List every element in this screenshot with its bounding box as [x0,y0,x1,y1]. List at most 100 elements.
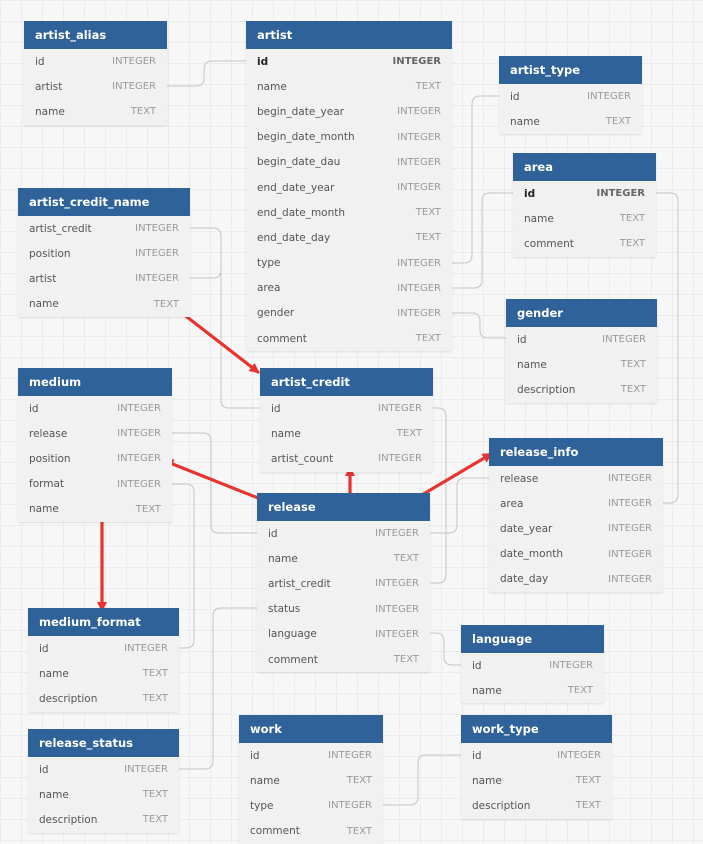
field-row[interactable]: name TEXT [257,546,430,571]
field-name: id [257,55,269,68]
field-type: TEXT [620,359,646,371]
field-row[interactable]: comment TEXT [257,647,430,672]
field-row[interactable]: artist_credit INTEGER [257,571,430,596]
field-row[interactable]: artist_credit INTEGER [18,216,190,241]
field-row[interactable]: id INTEGER [18,396,172,421]
field-name: name [250,774,280,787]
field-row[interactable]: name TEXT [461,678,604,703]
field-row[interactable]: name TEXT [18,497,172,522]
table-artist-credit[interactable]: artist_credit id INTEGER name TEXT artist_cou… [260,368,433,472]
field-row[interactable]: description TEXT [506,377,657,402]
field-row[interactable]: description TEXT [28,807,179,832]
field-row[interactable]: name TEXT [260,421,433,446]
field-type: INTEGER [608,473,652,485]
field-type: TEXT [415,81,441,93]
field-row[interactable]: name TEXT [246,74,452,99]
field-name: release [29,427,68,440]
table-gender[interactable]: gender id INTEGER name TEXT description TEXT [506,299,657,403]
field-row[interactable]: id INTEGER [461,743,612,768]
field-row[interactable]: artist INTEGER [18,266,190,291]
table-artist-alias[interactable]: artist_alias id INTEGER artist INTEGER name TE… [24,21,167,125]
field-name: comment [250,825,300,838]
field-row[interactable]: date_year INTEGER [489,516,663,541]
field-row[interactable]: date_month INTEGER [489,542,663,567]
field-row[interactable]: id INTEGER [260,396,433,421]
field-row[interactable]: type INTEGER [239,793,383,818]
field-row[interactable]: end_date_year INTEGER [246,175,452,200]
field-row[interactable]: artist_count INTEGER [260,446,433,471]
field-row[interactable]: release INTEGER [489,466,663,491]
table-release-status[interactable]: release_status id INTEGER name TEXT descripti… [28,729,179,833]
field-type: INTEGER [557,750,601,762]
field-list: id INTEGER name TEXT type INTEGER comment TEXT [239,743,383,844]
field-row[interactable]: end_date_day TEXT [246,225,452,250]
table-title: release [257,493,430,521]
connector-medium-release [172,432,257,534]
field-type: INTEGER [397,282,441,294]
field-row[interactable]: name TEXT [24,99,167,124]
field-row[interactable]: area INTEGER [246,276,452,301]
field-name: id [250,749,260,762]
field-row[interactable]: id INTEGER [257,521,430,546]
field-type: TEXT [620,384,646,396]
field-row[interactable]: id INTEGER [24,49,167,74]
table-artist-credit-name[interactable]: artist_credit_name artist_credit INTEGER po… [18,188,190,317]
field-row[interactable]: name TEXT [506,352,657,377]
field-row[interactable]: date_day INTEGER [489,567,663,592]
field-row[interactable]: name TEXT [18,292,190,317]
table-work[interactable]: work id INTEGER name TEXT type INTEGER comment T… [239,715,383,844]
field-row[interactable]: gender INTEGER [246,301,452,326]
table-artist[interactable]: artist id INTEGER name TEXT begin_date_year IN… [246,21,452,352]
field-row[interactable]: name TEXT [499,109,642,134]
field-row[interactable]: status INTEGER [257,597,430,622]
field-row[interactable]: release INTEGER [18,421,172,446]
field-name: name [472,774,502,787]
table-language[interactable]: language id INTEGER name TEXT [461,625,604,704]
field-row[interactable]: end_date_month TEXT [246,200,452,225]
field-row[interactable]: description TEXT [461,793,612,818]
field-row[interactable]: position INTEGER [18,241,190,266]
field-type: INTEGER [112,81,156,93]
table-release[interactable]: release id INTEGER name TEXT artist_credit INT… [257,493,430,673]
field-row[interactable]: id INTEGER [239,743,383,768]
field-row[interactable]: format INTEGER [18,472,172,497]
table-title: area [513,153,656,181]
field-row[interactable]: id INTEGER [28,757,179,782]
field-row[interactable]: type INTEGER [246,251,452,276]
field-type: INTEGER [375,603,419,615]
field-row[interactable]: comment TEXT [239,819,383,844]
field-name: name [29,298,59,311]
field-type: TEXT [142,814,168,826]
field-name: end_date_day [257,231,331,244]
field-row[interactable]: begin_date_year INTEGER [246,99,452,124]
field-row[interactable]: id INTEGER [28,636,179,661]
field-row[interactable]: description TEXT [28,686,179,711]
field-row[interactable]: position INTEGER [18,446,172,471]
field-row[interactable]: begin_date_month INTEGER [246,125,452,150]
field-row[interactable]: area INTEGER [489,491,663,516]
field-row[interactable]: name TEXT [461,768,612,793]
field-row[interactable]: name TEXT [239,768,383,793]
field-row[interactable]: name TEXT [28,661,179,686]
field-row[interactable]: artist INTEGER [24,74,167,99]
field-row[interactable]: id INTEGER [513,181,656,206]
field-row[interactable]: id INTEGER [499,84,642,109]
field-row[interactable]: id INTEGER [506,327,657,352]
field-name: id [510,90,520,103]
table-release-info[interactable]: release_info release INTEGER area INTEGER dat… [489,438,663,592]
field-row[interactable]: comment TEXT [513,231,656,256]
field-row[interactable]: id INTEGER [246,49,452,74]
field-row[interactable]: id INTEGER [461,653,604,678]
table-title: release_info [489,438,663,466]
field-row[interactable]: name TEXT [513,206,656,231]
field-name: release [500,472,539,485]
field-row[interactable]: name TEXT [28,782,179,807]
table-medium-format[interactable]: medium_format id INTEGER name TEXT descriptio… [28,608,179,712]
field-row[interactable]: language INTEGER [257,622,430,647]
table-area[interactable]: area id INTEGER name TEXT comment TEXT [513,153,656,257]
table-work-type[interactable]: work_type id INTEGER name TEXT description TEX… [461,715,612,819]
field-row[interactable]: begin_date_dau INTEGER [246,150,452,175]
field-row[interactable]: comment TEXT [246,326,452,351]
table-artist-type[interactable]: artist_type id INTEGER name TEXT [499,56,642,135]
table-medium[interactable]: medium id INTEGER release INTEGER position INT… [18,368,172,522]
